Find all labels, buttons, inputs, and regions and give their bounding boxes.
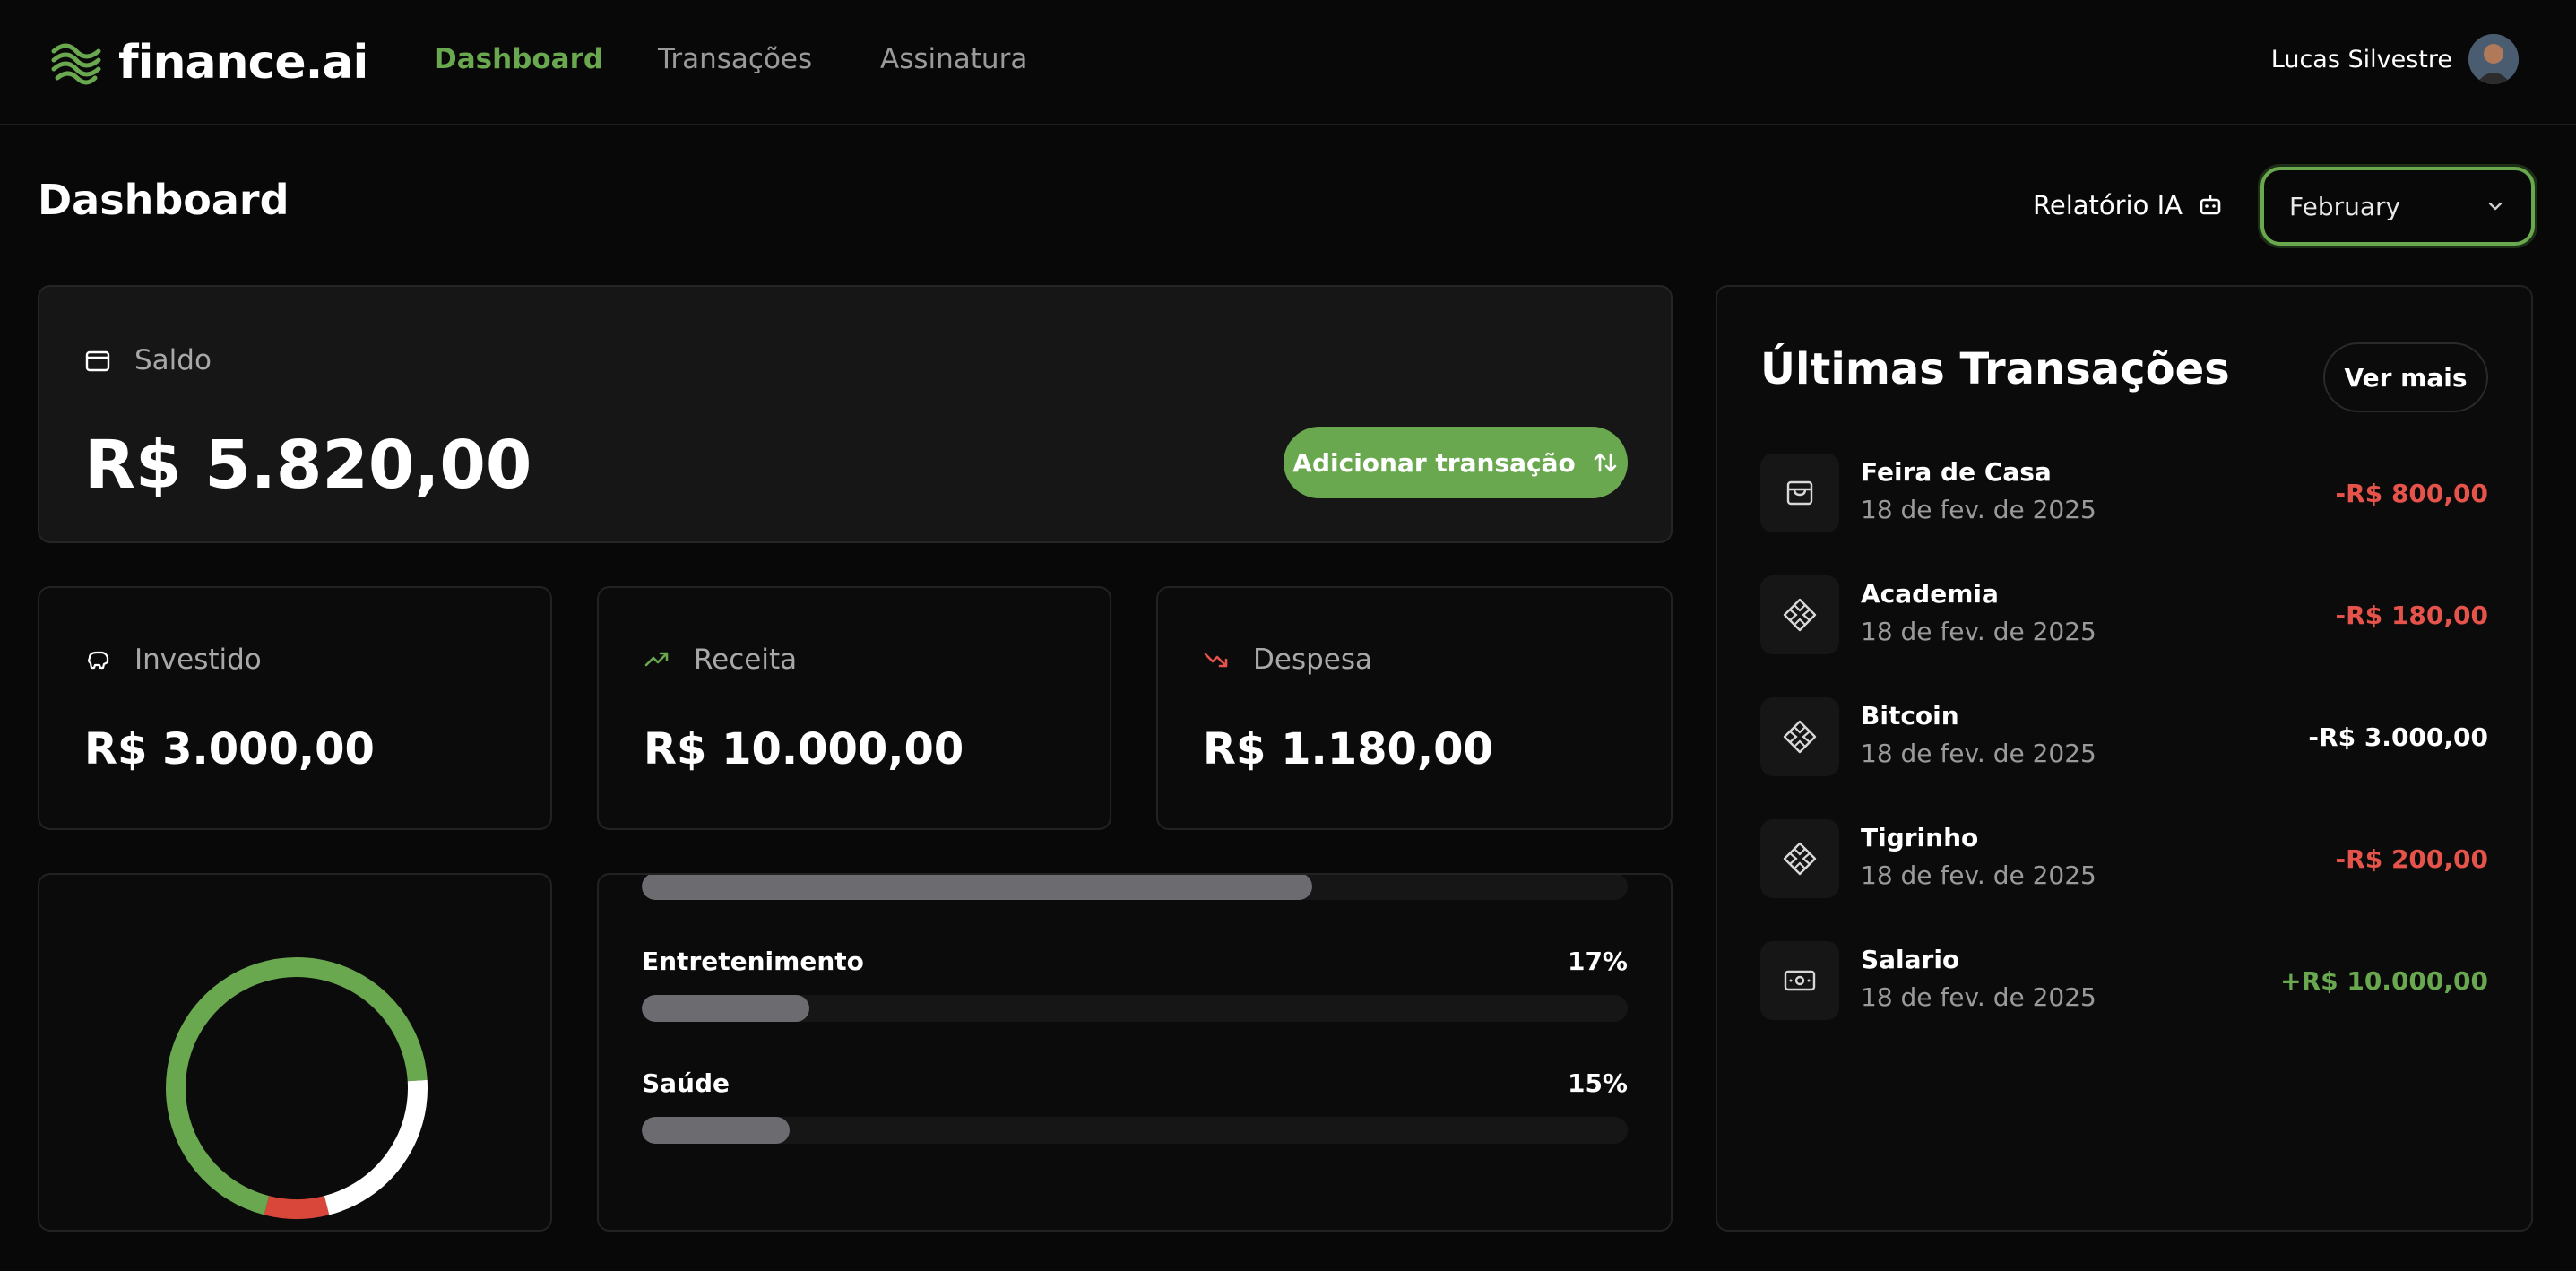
transaction-amount: +R$ 10.000,00 — [2280, 966, 2488, 996]
bot-icon — [2200, 195, 2221, 215]
add-transaction-button[interactable]: Adicionar transação — [1284, 427, 1628, 498]
category-bar-fill — [642, 995, 809, 1022]
donut-slice — [264, 1196, 330, 1219]
transaction-date: 18 de fev. de 2025 — [1861, 617, 2096, 646]
user-menu[interactable]: Lucas Silvestre — [2271, 34, 2519, 84]
donut-chart — [166, 957, 428, 1219]
category-bar-track — [642, 875, 1628, 900]
logo-text: finance.ai — [118, 36, 368, 90]
category-label: Entretenimento — [642, 947, 864, 976]
trending-down-icon — [1204, 653, 1228, 668]
balance-label: Saldo — [134, 344, 212, 376]
transaction-name: Feira de Casa — [1861, 457, 2052, 487]
page-title: Dashboard — [38, 176, 290, 224]
transaction-amount: -R$ 200,00 — [2335, 844, 2488, 874]
category-bar-track — [642, 1117, 1628, 1144]
transaction-amount: -R$ 180,00 — [2335, 601, 2488, 630]
add-transaction-label: Adicionar transação — [1292, 447, 1576, 478]
category-bar-fill — [642, 1117, 790, 1144]
transaction-date: 18 de fev. de 2025 — [1861, 860, 2096, 890]
avatar[interactable] — [2468, 34, 2519, 84]
income-card: Receita R$ 10.000,00 — [597, 586, 1111, 830]
transaction-row[interactable]: Feira de Casa 18 de fev. de 2025 -R$ 800… — [1760, 454, 2488, 534]
balance-card: Saldo R$ 5.820,00 — [38, 285, 1673, 543]
pix-icon — [1760, 697, 1839, 776]
expense-label-row: Despesa — [1203, 644, 1372, 676]
category-bar-fill — [642, 875, 1312, 900]
transactions-title: Últimas Transações — [1760, 344, 2230, 394]
invested-value: R$ 3.000,00 — [84, 724, 375, 774]
piggy-bank-icon — [88, 651, 109, 670]
invested-card: Investido R$ 3.000,00 — [38, 586, 552, 830]
expense-label: Despesa — [1253, 644, 1372, 676]
category-spending-card: Entretenimento 17% Saúde 15% — [597, 873, 1673, 1232]
transaction-row[interactable]: Academia 18 de fev. de 2025 -R$ 180,00 — [1760, 575, 2488, 656]
income-label: Receita — [694, 644, 798, 676]
expense-card: Despesa R$ 1.180,00 — [1156, 586, 1673, 830]
trending-up-icon — [644, 652, 669, 667]
nav-assinatura[interactable]: Assinatura — [880, 43, 1027, 75]
market-icon — [1760, 454, 1839, 532]
top-navigation-bar: finance.ai Dashboard Transações Assinatu… — [0, 0, 2576, 125]
transaction-name: Tigrinho — [1861, 823, 1979, 852]
nav-transacoes[interactable]: Transações — [658, 43, 812, 75]
ai-report-button[interactable]: Relatório IA — [2033, 190, 2224, 220]
wallet-icon — [85, 350, 110, 372]
expense-value: R$ 1.180,00 — [1203, 724, 1493, 774]
donut-slice — [324, 1079, 428, 1215]
chevron-down-icon — [2488, 202, 2503, 211]
month-select-value: February — [2289, 191, 2401, 221]
transaction-name: Salario — [1861, 945, 1960, 974]
transaction-row[interactable]: Bitcoin 18 de fev. de 2025 -R$ 3.000,00 — [1760, 697, 2488, 778]
month-select[interactable]: February — [2260, 167, 2535, 246]
income-value: R$ 10.000,00 — [644, 724, 964, 774]
invested-label: Investido — [134, 644, 262, 676]
balance-label-row: Saldo — [84, 344, 212, 376]
ai-report-label: Relatório IA — [2033, 190, 2183, 220]
logo-icon — [51, 43, 101, 85]
transaction-row[interactable]: Salario 18 de fev. de 2025 +R$ 10.000,00 — [1760, 941, 2488, 1022]
user-name: Lucas Silvestre — [2270, 45, 2452, 73]
transaction-date: 18 de fev. de 2025 — [1861, 982, 2096, 1012]
transaction-date: 18 de fev. de 2025 — [1861, 495, 2096, 524]
nav-dashboard[interactable]: Dashboard — [434, 43, 603, 75]
transaction-amount: -R$ 800,00 — [2335, 479, 2488, 508]
category-bar-track — [642, 995, 1628, 1022]
income-label-row: Receita — [644, 644, 797, 676]
cash-icon — [1760, 941, 1839, 1020]
arrows-up-down-icon — [1594, 453, 1617, 472]
pix-icon — [1760, 819, 1839, 898]
transaction-date: 18 de fev. de 2025 — [1861, 739, 2096, 768]
invested-label-row: Investido — [84, 644, 262, 676]
transaction-name: Bitcoin — [1861, 701, 1959, 731]
category-label: Saúde — [642, 1068, 730, 1098]
see-more-button[interactable]: Ver mais — [2323, 342, 2488, 412]
donut-chart-card — [38, 873, 552, 1232]
transaction-row[interactable]: Tigrinho 18 de fev. de 2025 -R$ 200,00 — [1760, 819, 2488, 900]
transaction-amount: -R$ 3.000,00 — [2308, 722, 2488, 752]
logo[interactable]: finance.ai — [50, 36, 368, 90]
pix-icon — [1760, 575, 1839, 654]
transaction-name: Academia — [1861, 579, 1999, 609]
balance-value: R$ 5.820,00 — [84, 427, 532, 504]
category-percent: 17% — [1567, 947, 1628, 976]
category-percent: 15% — [1567, 1068, 1628, 1098]
